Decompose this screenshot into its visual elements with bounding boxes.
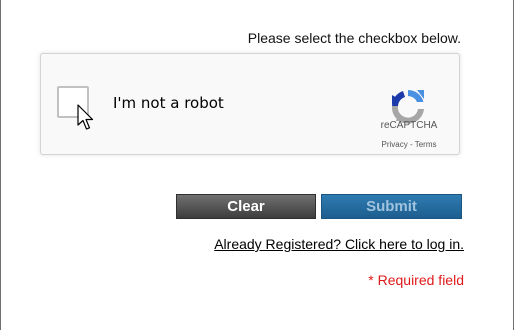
recaptcha-links: Privacy - Terms	[366, 140, 452, 149]
submit-button[interactable]: Submit	[321, 194, 462, 219]
recaptcha-brand: reCAPTCHA	[380, 120, 438, 131]
login-link[interactable]: Already Registered? Click here to log in…	[214, 236, 464, 252]
recaptcha-label: I'm not a robot	[113, 94, 224, 112]
mouse-cursor-icon	[77, 104, 94, 130]
recaptcha-widget: I'm not a robot reCAPTCHA Privacy - Term…	[40, 53, 460, 155]
clear-button[interactable]: Clear	[176, 194, 316, 219]
links-separator: -	[407, 140, 415, 149]
terms-link[interactable]: Terms	[415, 140, 437, 149]
captcha-instruction: Please select the checkbox below.	[247, 30, 461, 46]
required-field-note: * Required field	[368, 272, 464, 288]
privacy-link[interactable]: Privacy	[382, 140, 408, 149]
